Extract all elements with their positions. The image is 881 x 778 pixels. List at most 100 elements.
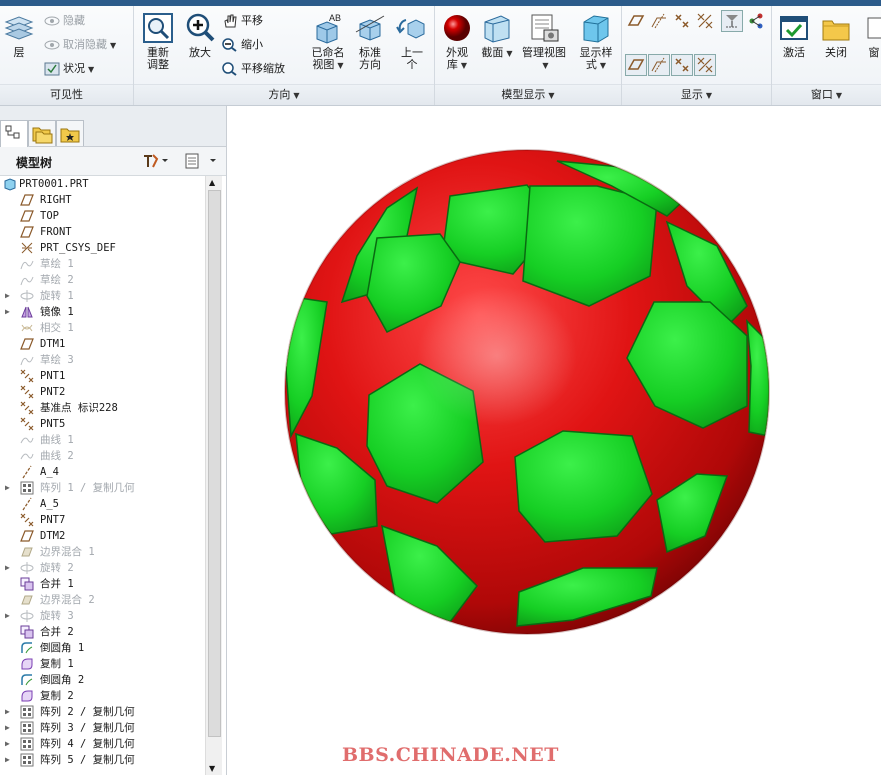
model-tree-item-label: 基准点 标识228 <box>40 402 118 414</box>
point-tag-icon[interactable] <box>671 54 693 76</box>
scroll-up-icon[interactable]: ▲ <box>209 178 215 187</box>
model-tree-item-label: PNT2 <box>40 386 66 398</box>
navigator-tabs <box>0 106 226 147</box>
expand-arrow-icon[interactable]: ▶ <box>5 304 10 320</box>
appearance-sphere-icon <box>441 12 473 44</box>
group-show: 显示 ▼ <box>622 6 772 105</box>
pattern-icon <box>20 753 34 767</box>
unhide-button[interactable]: 取消隐藏 ▼ <box>44 35 116 55</box>
sketch-icon <box>20 273 34 287</box>
spin-center-icon[interactable] <box>745 10 767 32</box>
axis-tag-icon[interactable] <box>648 54 670 76</box>
model-tree-item-label: PNT1 <box>40 370 66 382</box>
annotation-display-icon[interactable] <box>721 10 743 32</box>
pattern-icon <box>20 737 34 751</box>
model-tree-item-label: 草绘 2 <box>40 274 74 286</box>
model-tree-item-label: DTM2 <box>40 530 66 542</box>
model-tree: PRT0001.PRT RIGHT TOP FRONT PRT_CSYS_DEF 草绘 1… <box>0 176 205 775</box>
group-label-visibility: 可见性 <box>0 84 133 105</box>
section-icon <box>481 12 513 44</box>
svg-text:AB: AB <box>329 13 341 23</box>
group-label-show[interactable]: 显示 ▼ <box>622 84 771 105</box>
zoom-in-button[interactable]: 放大 <box>178 10 222 82</box>
scrollbar-thumb[interactable] <box>208 190 221 737</box>
round-icon <box>20 641 34 655</box>
close-folder-icon <box>820 12 852 44</box>
section-button[interactable]: 截面 ▼ <box>475 10 519 82</box>
datum-plane-icon <box>20 209 34 223</box>
expand-arrow-icon[interactable]: ▶ <box>5 752 10 768</box>
display-style-button[interactable]: 显示样 式 ▼ <box>573 10 619 82</box>
expand-arrow-icon[interactable]: ▶ <box>5 736 10 752</box>
hide-button[interactable]: 隐藏 <box>44 11 85 31</box>
point-icon <box>20 401 34 415</box>
group-label-model-display[interactable]: 模型显示 ▼ <box>435 84 621 105</box>
model-tree-item-label: 镜像 1 <box>40 306 74 318</box>
expand-arrow-icon[interactable]: ▶ <box>5 704 10 720</box>
expand-arrow-icon[interactable]: ▶ <box>5 608 10 624</box>
named-views-button[interactable]: AB 已命名 视图 ▼ <box>306 10 350 82</box>
layers-icon <box>3 12 35 44</box>
point-icon <box>20 369 34 383</box>
csys-tag-icon[interactable] <box>694 54 716 76</box>
expand-arrow-icon[interactable]: ▶ <box>5 720 10 736</box>
model-tree-item-label: PRT_CSYS_DEF <box>40 242 116 254</box>
activate-button[interactable]: 激活 <box>772 10 816 82</box>
group-label-orientation[interactable]: 方向 ▼ <box>134 84 434 105</box>
tab-model-tree[interactable] <box>0 120 28 147</box>
plane-tag-icon[interactable] <box>625 54 647 76</box>
display-style-cube-icon <box>580 12 612 44</box>
pan-button[interactable]: 平移 <box>222 11 263 31</box>
graphics-window[interactable] <box>227 106 881 775</box>
revolve-icon <box>20 289 34 303</box>
group-visibility: 层 隐藏 取消隐藏 ▼ 状况 ▼ 可见性 <box>0 6 134 105</box>
tab-favorites[interactable] <box>56 120 84 146</box>
tree-settings-icon[interactable] <box>142 153 170 172</box>
copy-icon <box>20 689 34 703</box>
close-window-button[interactable]: 关闭 <box>814 10 858 82</box>
model-tree-item-label: 边界混合 1 <box>40 546 95 558</box>
refit-button[interactable]: 重新 调整 <box>136 10 180 82</box>
model-tree-item-label: PRT0001.PRT <box>19 178 89 190</box>
axis-icon <box>20 465 34 479</box>
group-orientation: 重新 调整 放大 平移 缩小 平移缩放 AB 已命名 视图 ▼ 标准 方向 上一… <box>134 6 435 105</box>
tree-filters-icon[interactable] <box>184 153 218 172</box>
unhide-eye-icon <box>44 38 60 52</box>
scroll-down-icon[interactable]: ▼ <box>209 764 215 773</box>
pan-zoom-button[interactable]: 平移缩放 <box>222 59 285 79</box>
expand-arrow-icon[interactable]: ▶ <box>5 288 10 304</box>
folder-browser-icon <box>32 127 53 144</box>
point-display-icon[interactable] <box>671 10 693 32</box>
merge-icon <box>20 577 34 591</box>
expand-arrow-icon[interactable]: ▶ <box>5 480 10 496</box>
point-icon <box>20 417 34 431</box>
status-button[interactable]: 状况 ▼ <box>44 59 94 79</box>
layer-button[interactable]: 层 <box>2 10 36 82</box>
model-tree-item-label: 阵列 4 / 复制几何 <box>40 738 135 750</box>
model-tree-item-label: 合并 1 <box>40 578 74 590</box>
model-tree-title: 模型树 <box>16 156 53 170</box>
csys-display-icon[interactable] <box>694 10 716 32</box>
curve-icon <box>20 449 34 463</box>
previous-view-button[interactable]: 上一 个 <box>390 10 434 82</box>
ribbon: 层 隐藏 取消隐藏 ▼ 状况 ▼ 可见性 重新 调整 放大 平移 缩小 平移缩放… <box>0 0 881 106</box>
appearance-gallery-button[interactable]: 外观 库 ▼ <box>435 10 479 82</box>
tab-folder-browser[interactable] <box>28 120 56 146</box>
soccer-ball-model[interactable] <box>227 106 881 775</box>
model-tree-header: 模型树 <box>0 147 226 176</box>
model-tree-item-label: A_4 <box>40 466 59 478</box>
axis-display-icon[interactable] <box>648 10 670 32</box>
zoom-out-button[interactable]: 缩小 <box>222 35 263 55</box>
expand-arrow-icon[interactable]: ▶ <box>5 560 10 576</box>
group-label-window[interactable]: 窗口 ▼ <box>772 84 881 105</box>
pattern-icon <box>20 721 34 735</box>
plane-display-icon[interactable] <box>625 10 647 32</box>
model-tree-item-label: 合并 2 <box>40 626 74 638</box>
pan-zoom-icon <box>222 62 238 76</box>
model-tree-scrollbar[interactable]: ▲ ▼ <box>205 176 222 775</box>
manage-views-button[interactable]: 管理视图 ▼ <box>519 10 569 82</box>
standard-orientation-button[interactable]: 标准 方向 <box>348 10 392 82</box>
model-tree-item-label: 草绘 3 <box>40 354 74 366</box>
datum-plane-icon <box>20 225 34 239</box>
window-more-button[interactable]: 窗 <box>864 10 881 82</box>
